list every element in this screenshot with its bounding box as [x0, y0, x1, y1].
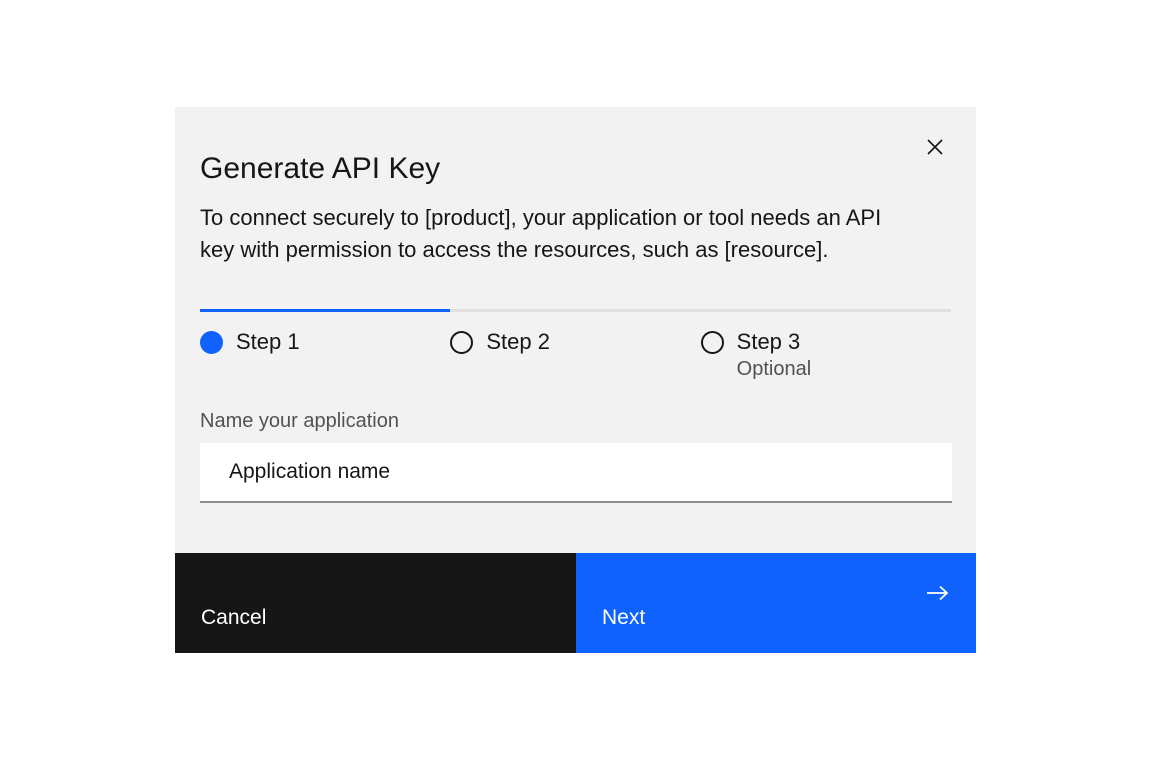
application-name-label: Name your application: [200, 409, 951, 433]
progress-step-2[interactable]: Step 2: [450, 309, 700, 381]
generate-api-key-modal: Generate API Key To connect securely to …: [175, 107, 976, 653]
step-label: Step 1: [236, 329, 300, 355]
modal-footer: Cancel Next: [175, 553, 976, 653]
step-secondary-label: Optional: [737, 357, 951, 381]
cancel-button-label: Cancel: [201, 606, 266, 629]
progress-track-segment: [701, 309, 951, 312]
modal-body: Generate API Key To connect securely to …: [175, 107, 976, 503]
progress-track-segment: [450, 309, 700, 312]
close-button[interactable]: [911, 123, 959, 171]
arrow-right-icon: [926, 583, 950, 607]
progress-track-segment: [200, 309, 450, 312]
next-button-label: Next: [602, 606, 645, 629]
page-background: Generate API Key To connect securely to …: [0, 0, 1152, 761]
close-icon: [925, 137, 945, 157]
application-name-input[interactable]: [200, 443, 952, 503]
progress-indicator: Step 1 Step 2 Step 3 Opti: [200, 309, 951, 381]
application-name-group: Name your application: [200, 409, 951, 503]
step-incomplete-icon: [450, 331, 473, 354]
page-title: Generate API Key: [200, 150, 951, 188]
cancel-button[interactable]: Cancel: [175, 553, 576, 653]
step-label: Step 2: [486, 329, 550, 355]
modal-description: To connect securely to [product], your a…: [200, 202, 912, 266]
step-current-icon: [200, 331, 223, 354]
step-label: Step 3: [737, 329, 801, 355]
next-button[interactable]: Next: [576, 553, 976, 653]
step-incomplete-icon: [701, 331, 724, 354]
progress-step-3[interactable]: Step 3 Optional: [701, 309, 951, 381]
progress-step-1[interactable]: Step 1: [200, 309, 450, 381]
